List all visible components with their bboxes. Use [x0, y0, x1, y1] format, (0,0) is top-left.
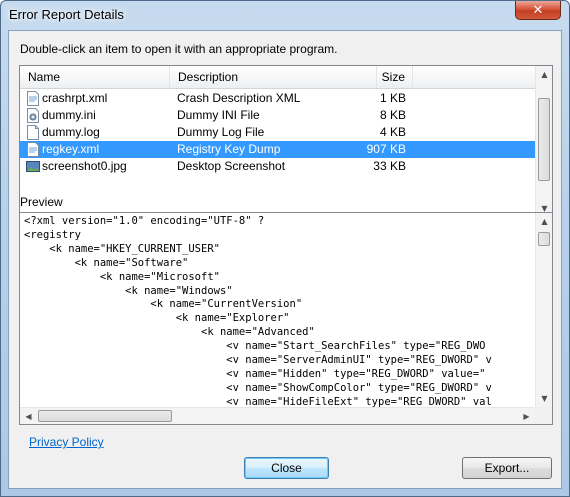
- file-list-row[interactable]: dummy.log Dummy Log File 4 KB: [20, 124, 535, 141]
- preview-label: Preview: [20, 195, 63, 209]
- privacy-policy-link[interactable]: Privacy Policy: [29, 435, 104, 449]
- file-description: Dummy Log File: [177, 125, 265, 139]
- file-size: 8 KB: [379, 108, 406, 122]
- close-icon: ✕: [532, 2, 544, 18]
- file-name: dummy.log: [42, 125, 100, 139]
- close-button[interactable]: Close: [244, 457, 329, 479]
- scrollbar-corner: [535, 407, 552, 424]
- scroll-right-arrow-icon[interactable]: ▶: [518, 408, 535, 424]
- column-header-name[interactable]: Name: [20, 66, 170, 88]
- file-description: Registry Key Dump: [177, 142, 281, 156]
- file-size: 4 KB: [379, 125, 406, 139]
- file-size: 1 KB: [379, 91, 406, 105]
- column-header-size[interactable]: Size: [377, 66, 413, 88]
- file-list-vertical-scrollbar[interactable]: ▲ ▼: [535, 66, 552, 217]
- file-list[interactable]: Name Description Size crashrpt.xml Crash …: [19, 65, 553, 218]
- error-report-details-window: Error Report Details ✕ Double-click an i…: [0, 0, 570, 497]
- xml-file-icon: [26, 142, 40, 157]
- scroll-up-arrow-icon[interactable]: ▲: [536, 66, 552, 83]
- instruction-text: Double-click an item to open it with an …: [20, 42, 338, 56]
- preview-text: <?xml version="1.0" encoding="UTF-8" ? <…: [24, 215, 492, 407]
- dialog-client-area: Double-click an item to open it with an …: [8, 30, 562, 489]
- close-window-button[interactable]: ✕: [515, 1, 561, 20]
- scroll-left-arrow-icon[interactable]: ◀: [20, 408, 37, 424]
- file-size: 33 KB: [373, 159, 406, 173]
- file-list-scroll-thumb[interactable]: [538, 98, 550, 181]
- file-description: Desktop Screenshot: [177, 159, 286, 173]
- preview-horizontal-scrollbar[interactable]: ◀ ▶: [20, 407, 535, 424]
- image-file-icon: [26, 159, 40, 174]
- file-name: dummy.ini: [42, 108, 96, 122]
- file-size: 907 KB: [366, 142, 406, 156]
- xml-file-icon: [26, 91, 40, 106]
- file-description: Crash Description XML: [177, 91, 301, 105]
- file-list-header: Name Description Size: [20, 66, 535, 89]
- preview-vertical-scrollbar[interactable]: ▲ ▼: [535, 213, 552, 407]
- title-bar[interactable]: Error Report Details ✕: [1, 1, 569, 29]
- column-header-description[interactable]: Description: [170, 66, 377, 88]
- export-button[interactable]: Export...: [462, 457, 552, 479]
- file-list-row[interactable]: screenshot0.jpg Desktop Screenshot 33 KB: [20, 158, 535, 175]
- file-name: regkey.xml: [42, 142, 100, 156]
- scroll-down-arrow-icon[interactable]: ▼: [536, 390, 552, 407]
- preview-pane[interactable]: <?xml version="1.0" encoding="UTF-8" ? <…: [19, 212, 553, 425]
- preview-horizontal-scroll-thumb[interactable]: [38, 410, 172, 422]
- file-list-rows: crashrpt.xml Crash Description XML 1 KB dum…: [20, 90, 535, 175]
- scroll-up-arrow-icon[interactable]: ▲: [536, 213, 552, 230]
- file-description: Dummy INI File: [177, 108, 260, 122]
- file-list-row[interactable]: dummy.ini Dummy INI File 8 KB: [20, 107, 535, 124]
- preview-vertical-scroll-thumb[interactable]: [538, 232, 550, 246]
- window-title: Error Report Details: [9, 7, 124, 22]
- ini-file-icon: [26, 108, 40, 123]
- file-name: screenshot0.jpg: [42, 159, 127, 173]
- text-file-icon: [26, 125, 40, 140]
- file-name: crashrpt.xml: [42, 91, 108, 105]
- file-list-row[interactable]: crashrpt.xml Crash Description XML 1 KB: [20, 90, 535, 107]
- file-list-row[interactable]: regkey.xml Registry Key Dump 907 KB: [20, 141, 535, 158]
